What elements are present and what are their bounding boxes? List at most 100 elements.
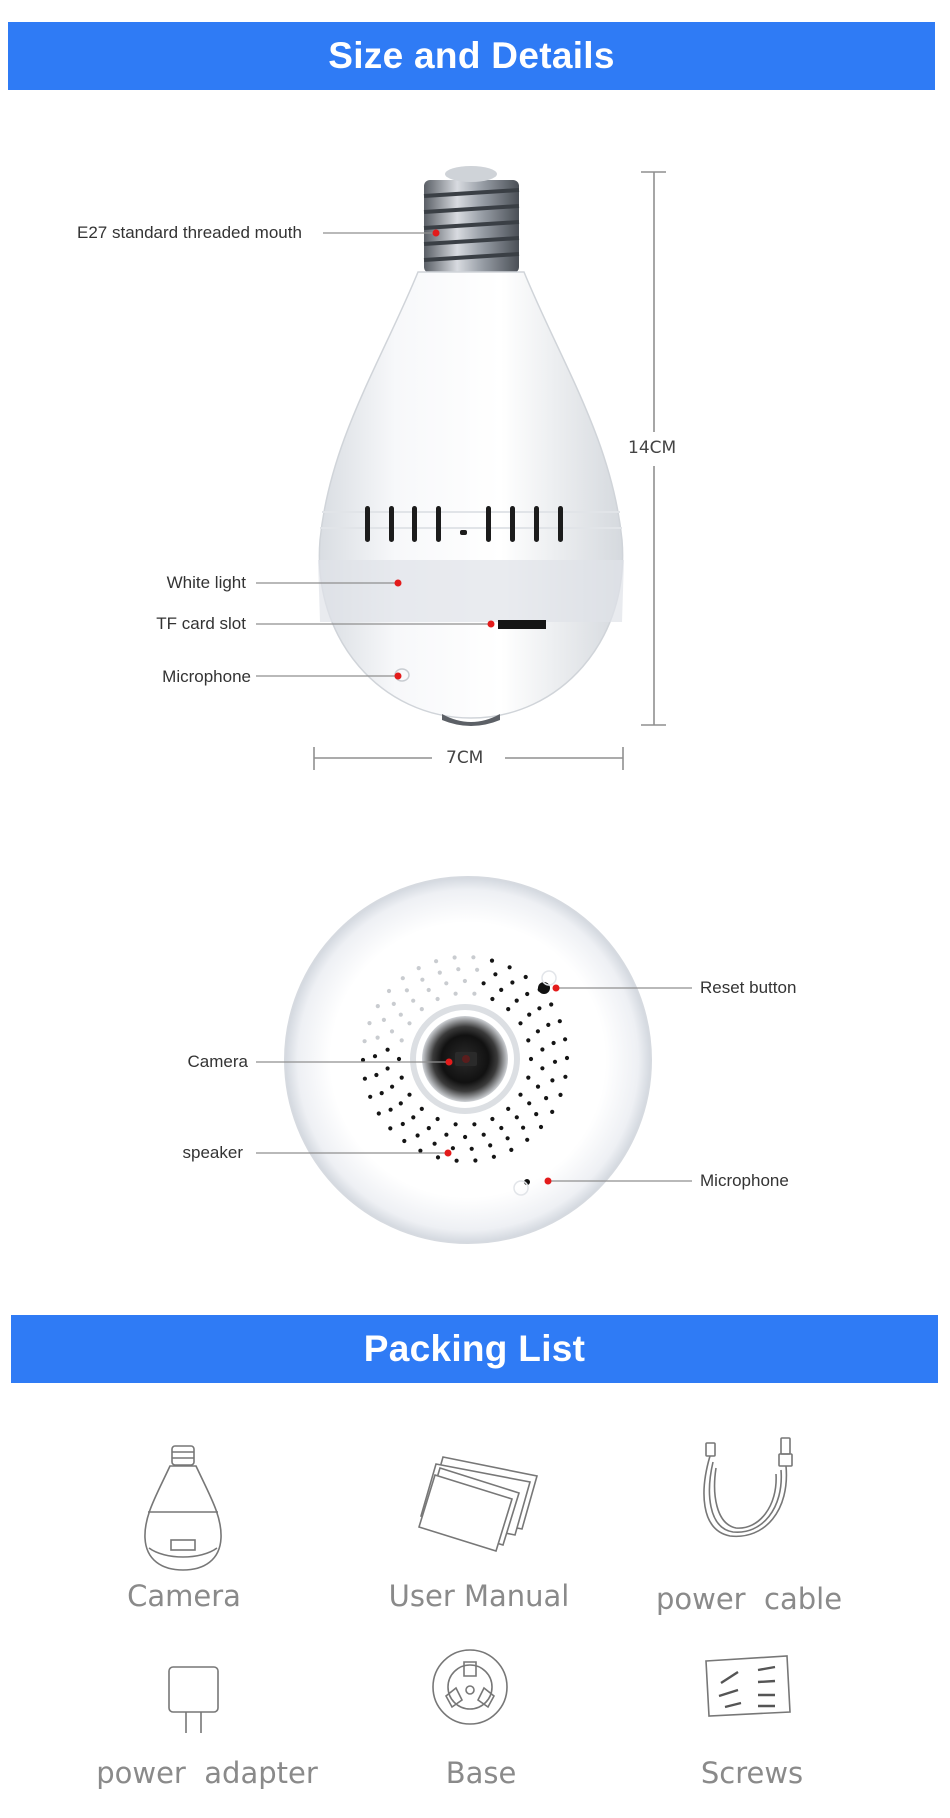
- label-threaded-mouth: E27 standard threaded mouth: [77, 223, 302, 242]
- speaker-hole: [558, 1092, 563, 1097]
- speaker-hole: [419, 1106, 424, 1111]
- speaker-hole: [525, 1137, 530, 1142]
- speaker-hole: [372, 1054, 378, 1059]
- speaker-hole: [550, 1109, 555, 1114]
- speaker-hole: [452, 955, 457, 960]
- speaker-hole: [506, 1106, 511, 1111]
- tf-slot: [498, 620, 546, 629]
- width-value: 7CM: [446, 748, 484, 768]
- speaker-hole: [473, 1158, 478, 1163]
- speaker-hole: [398, 1101, 403, 1106]
- speaker-hole: [418, 1148, 423, 1153]
- speaker-hole: [362, 1039, 367, 1044]
- speaker-hole: [362, 1076, 367, 1081]
- speaker-hole: [407, 1092, 412, 1097]
- label-tf-slot: TF card slot: [156, 614, 246, 633]
- speaker-hole: [514, 1115, 519, 1120]
- speaker-hole: [552, 1059, 558, 1064]
- packing-list-title: Packing List: [363, 1328, 586, 1369]
- speaker-hole: [514, 998, 519, 1003]
- speaker-hole: [526, 1038, 531, 1043]
- speaker-hole: [435, 996, 440, 1002]
- bulb-camera-icon: [144, 1445, 222, 1571]
- speaker-hole: [526, 1075, 531, 1080]
- speaker-hole: [411, 998, 416, 1003]
- speaker-hole: [518, 1092, 523, 1097]
- speaker-hole: [367, 1021, 372, 1026]
- speaker-hole: [534, 1112, 539, 1117]
- speaker-hole: [523, 974, 528, 980]
- speaker-hole: [386, 988, 392, 994]
- speaker-hole: [463, 1134, 468, 1140]
- speaker-hole: [472, 1122, 477, 1127]
- label-reset-button: Reset button: [700, 978, 797, 997]
- label-white-light: White light: [166, 573, 246, 592]
- screws-icon: [705, 1655, 791, 1717]
- speaker-hole: [490, 996, 495, 1002]
- speaker-hole: [376, 1111, 381, 1116]
- speaker-hole: [388, 1126, 393, 1131]
- pack-item-power-adapter: power adapter: [96, 1756, 318, 1790]
- bulb-thread: [423, 166, 520, 273]
- pack-item-user-manual: User Manual: [388, 1579, 570, 1613]
- speaker-hole: [509, 1147, 514, 1152]
- speaker-hole: [453, 1122, 458, 1127]
- speaker-hole: [444, 1132, 449, 1137]
- speaker-hole: [538, 1124, 544, 1130]
- speaker-hole: [521, 1125, 526, 1130]
- pack-item-power-cable: power cable: [655, 1582, 843, 1616]
- speaker-hole: [488, 1143, 493, 1148]
- speaker-hole: [525, 991, 530, 997]
- speaker-hole: [368, 1094, 373, 1099]
- speaker-hole: [557, 1019, 562, 1024]
- speaker-hole: [375, 1035, 380, 1040]
- label-camera: Camera: [187, 1052, 248, 1071]
- speaker-hole: [379, 1091, 384, 1096]
- speaker-hole: [563, 1037, 568, 1042]
- base-icon: [432, 1649, 508, 1725]
- speaker-hole: [400, 1121, 405, 1127]
- usb-cable-icon: [703, 1437, 793, 1538]
- speaker-hole: [490, 1116, 495, 1122]
- speaker-hole: [400, 976, 405, 981]
- speaker-hole: [510, 980, 515, 985]
- label-side-microphone: Microphone: [162, 667, 251, 686]
- speaker-hole: [527, 1101, 532, 1106]
- height-value: 14CM: [628, 438, 677, 458]
- label-bottom-microphone: Microphone: [700, 1171, 789, 1190]
- speaker-hole: [537, 1006, 542, 1011]
- speaker-hole: [546, 1022, 551, 1027]
- pack-item-base: Base: [445, 1756, 517, 1790]
- speaker-hole: [435, 1155, 441, 1160]
- speaker-hole: [481, 1132, 486, 1137]
- speaker-hole: [454, 1158, 459, 1163]
- speaker-hole: [419, 1007, 424, 1012]
- speaker-hole: [390, 1084, 395, 1089]
- speaker-hole: [381, 1017, 386, 1023]
- speaker-hole: [505, 1136, 510, 1141]
- speaker-hole: [462, 978, 467, 984]
- speaker-hole: [472, 991, 477, 996]
- speaker-hole: [416, 966, 421, 971]
- speaker-hole: [435, 1116, 440, 1122]
- speaker-hole: [388, 1107, 393, 1112]
- pack-item-camera: Camera: [127, 1579, 241, 1613]
- speaker-hole: [396, 1056, 402, 1062]
- speaker-hole: [411, 1115, 416, 1120]
- speaker-hole: [535, 1029, 541, 1034]
- speaker-hole: [549, 1002, 554, 1007]
- speaker-hole: [506, 1007, 511, 1012]
- speaker-hole: [491, 1154, 496, 1159]
- speaker-hole: [564, 1055, 570, 1061]
- speaker-hole: [389, 1029, 395, 1034]
- speaker-hole: [475, 967, 480, 972]
- speaker-hole: [450, 1146, 455, 1151]
- speaker-hole: [518, 1021, 523, 1026]
- manual-icon: [418, 1456, 539, 1553]
- speaker-hole: [385, 1066, 390, 1071]
- bulb-side-illustration: [144, 166, 793, 1733]
- speaker-hole: [375, 1004, 380, 1009]
- speaker-hole: [404, 988, 409, 993]
- speaker-hole: [550, 1078, 555, 1083]
- speaker-hole: [507, 965, 512, 970]
